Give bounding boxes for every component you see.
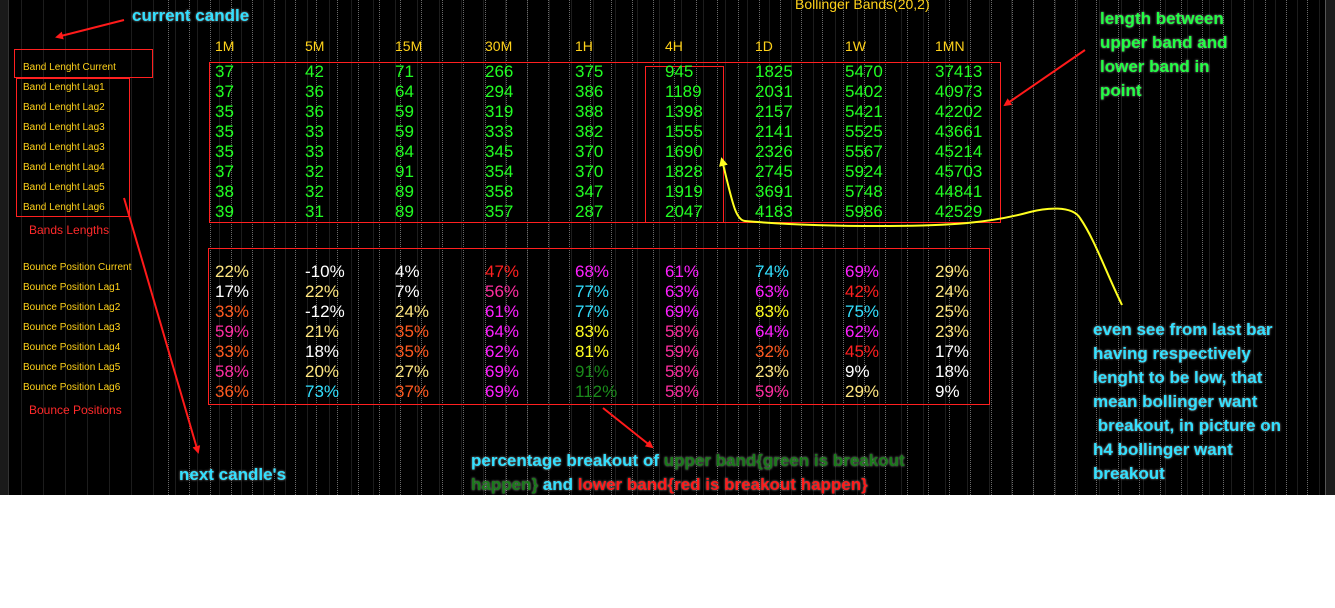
arrow-percentage-note — [602, 407, 654, 449]
chart-panel[interactable]: Bollinger Bands(20,2) 1M 5M 15M 30M 1H 4H 1D 1W… — [0, 0, 1335, 495]
chart-right-edge — [1325, 0, 1335, 495]
arrow-h4-highlight — [719, 157, 1123, 306]
arrow-next-candles — [123, 197, 201, 454]
arrow-length-note — [1003, 49, 1086, 107]
annotation-arrows — [55, 19, 1123, 454]
arrow-current-candle — [55, 19, 125, 40]
